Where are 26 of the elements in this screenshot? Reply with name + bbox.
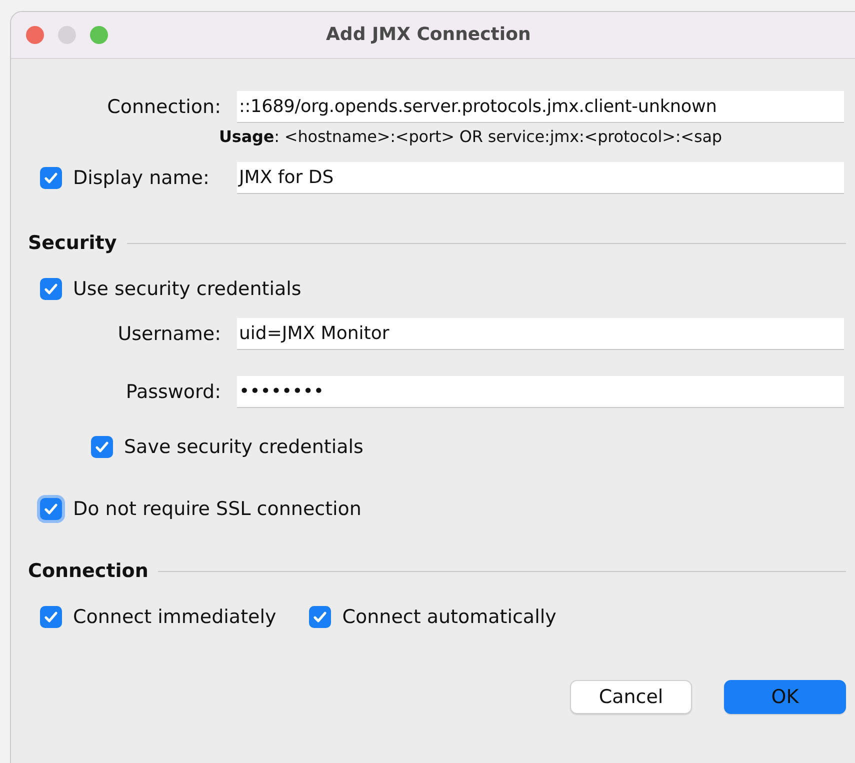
checkbox[interactable] — [309, 606, 332, 628]
input-field[interactable]: uid=JMX Monitor — [237, 318, 844, 350]
checkbox[interactable] — [40, 606, 62, 628]
checkbox-label: Do not require SSL connection — [73, 498, 362, 520]
checkbox[interactable] — [40, 498, 62, 520]
field-label: Display name: — [73, 167, 210, 189]
cancel-button[interactable]: Cancel — [570, 680, 692, 714]
password-field[interactable]: •••••••• — [237, 376, 844, 408]
input-field[interactable]: JMX for DS — [237, 162, 844, 194]
ok-button[interactable]: OK — [724, 680, 846, 714]
checkbox[interactable] — [40, 167, 62, 189]
checkbox[interactable] — [91, 436, 113, 458]
section-heading: Connection — [28, 560, 148, 582]
section-heading: Security — [28, 232, 117, 254]
checkbox-label: Use security credentials — [73, 278, 302, 300]
checkbox[interactable] — [40, 278, 62, 300]
checkbox-label: Connect automatically — [342, 606, 556, 628]
field-label: Password: — [126, 381, 221, 403]
close-button[interactable] — [26, 26, 44, 44]
field-label: Username: — [118, 323, 221, 345]
checkbox-label: Save security credentials — [124, 436, 364, 458]
input-field[interactable]: ::1689/org.opends.server.protocols.jmx.client-unknown — [237, 91, 844, 123]
field-label: Connection: — [107, 96, 221, 118]
usage-hint: Usage: <hostname>:<port> OR service:jmx:<protocol>:<sap — [219, 127, 723, 146]
checkbox-label: Connect immediately — [73, 606, 276, 628]
window-title: Add JMX Connection — [326, 24, 531, 45]
